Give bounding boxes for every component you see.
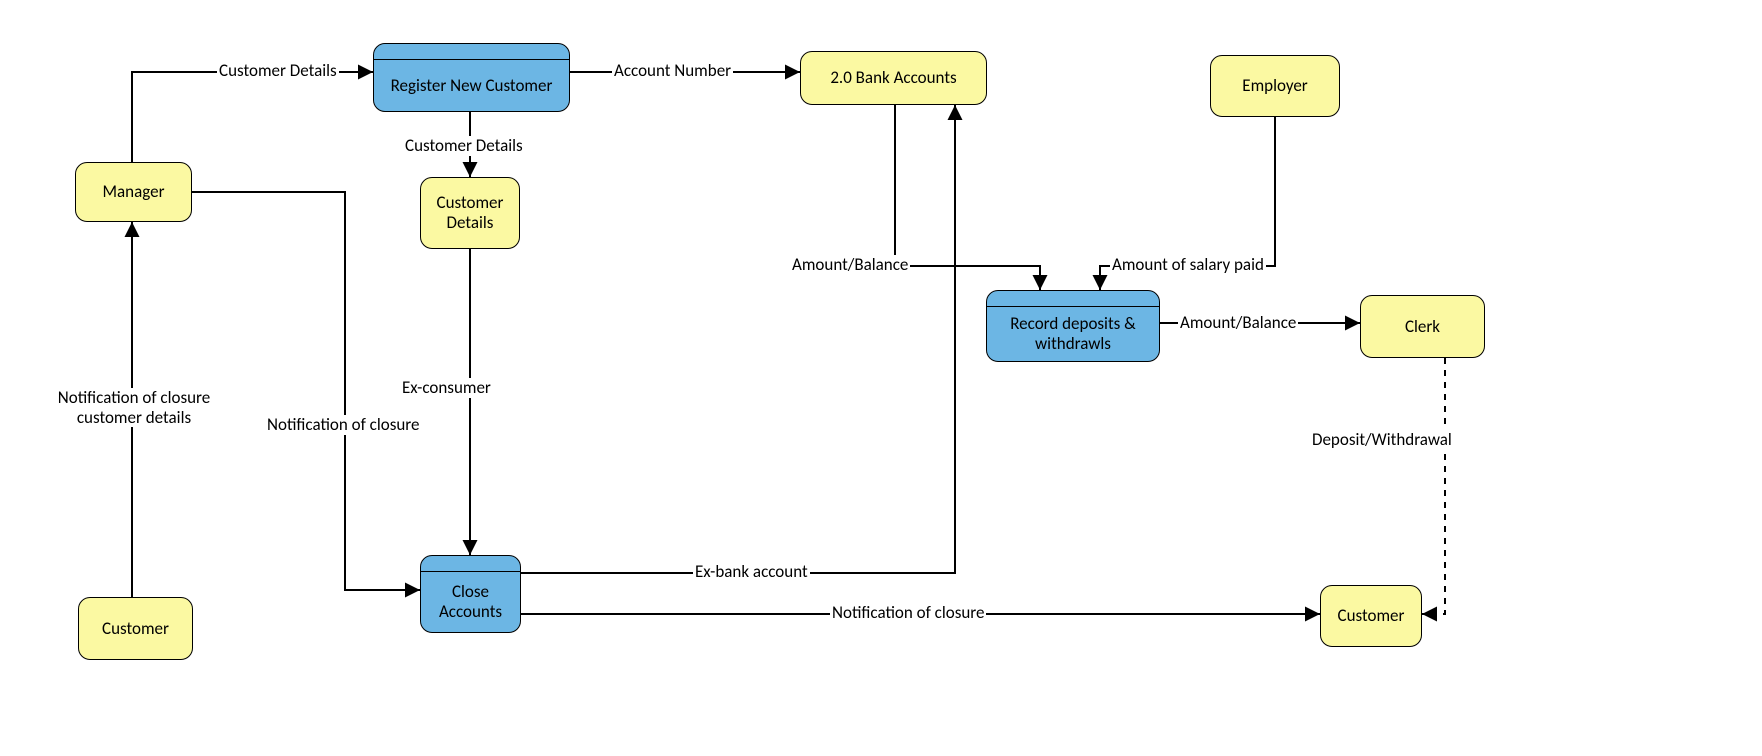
edge-label-register-to-details: Customer Details [403, 136, 525, 156]
edge-label-close-to-customer: Notification of closure [830, 603, 986, 623]
diagram-canvas: Customer Manager Register New Customer C… [0, 0, 1762, 756]
process-titlebar [987, 291, 1159, 307]
edge-label-cust-to-mgr: Notification of closure customer details [42, 388, 226, 427]
node-label: Clerk [1405, 317, 1440, 337]
node-customer-right: Customer [1320, 585, 1422, 647]
node-employer: Employer [1210, 55, 1340, 117]
node-close-accounts: Close Accounts [420, 555, 521, 633]
edge-label-details-to-close: Ex-consumer [400, 378, 493, 398]
node-label: Record deposits & withdrawls [1010, 314, 1136, 353]
edge-label-clerk-to-customer: Deposit/Withdrawal [1310, 430, 1454, 450]
edge-label-register-to-bank: Account Number [612, 61, 733, 81]
node-label: Customer Details [437, 193, 504, 232]
node-label: 2.0 Bank Accounts [830, 68, 956, 88]
node-bank-accounts: 2.0 Bank Accounts [800, 51, 987, 105]
node-manager: Manager [75, 162, 192, 222]
node-label: Employer [1242, 76, 1307, 96]
node-label: Customer [102, 619, 169, 639]
process-titlebar [374, 44, 569, 60]
node-label: Customer [1338, 606, 1405, 626]
edge-label-mgr-to-register: Customer Details [217, 61, 339, 81]
edge-label-mgr-to-close: Notification of closure [265, 415, 421, 435]
node-label: Close Accounts [439, 582, 502, 621]
edges-layer [0, 0, 1762, 756]
node-register-customer: Register New Customer [373, 43, 570, 112]
edge-label-close-to-bank: Ex-bank account [693, 562, 810, 582]
node-clerk: Clerk [1360, 295, 1485, 358]
node-record-deposits: Record deposits & withdrawls [986, 290, 1160, 362]
node-label: Register New Customer [391, 76, 553, 96]
node-customer-details: Customer Details [420, 177, 520, 249]
process-titlebar [421, 556, 520, 572]
edge-label-record-to-clerk: Amount/Balance [1178, 313, 1298, 333]
edge-label-employer-to-record: Amount of salary paid [1110, 255, 1266, 275]
node-customer-left: Customer [78, 597, 193, 660]
edge-label-bank-to-record: Amount/Balance [790, 255, 910, 275]
node-label: Manager [103, 182, 165, 202]
